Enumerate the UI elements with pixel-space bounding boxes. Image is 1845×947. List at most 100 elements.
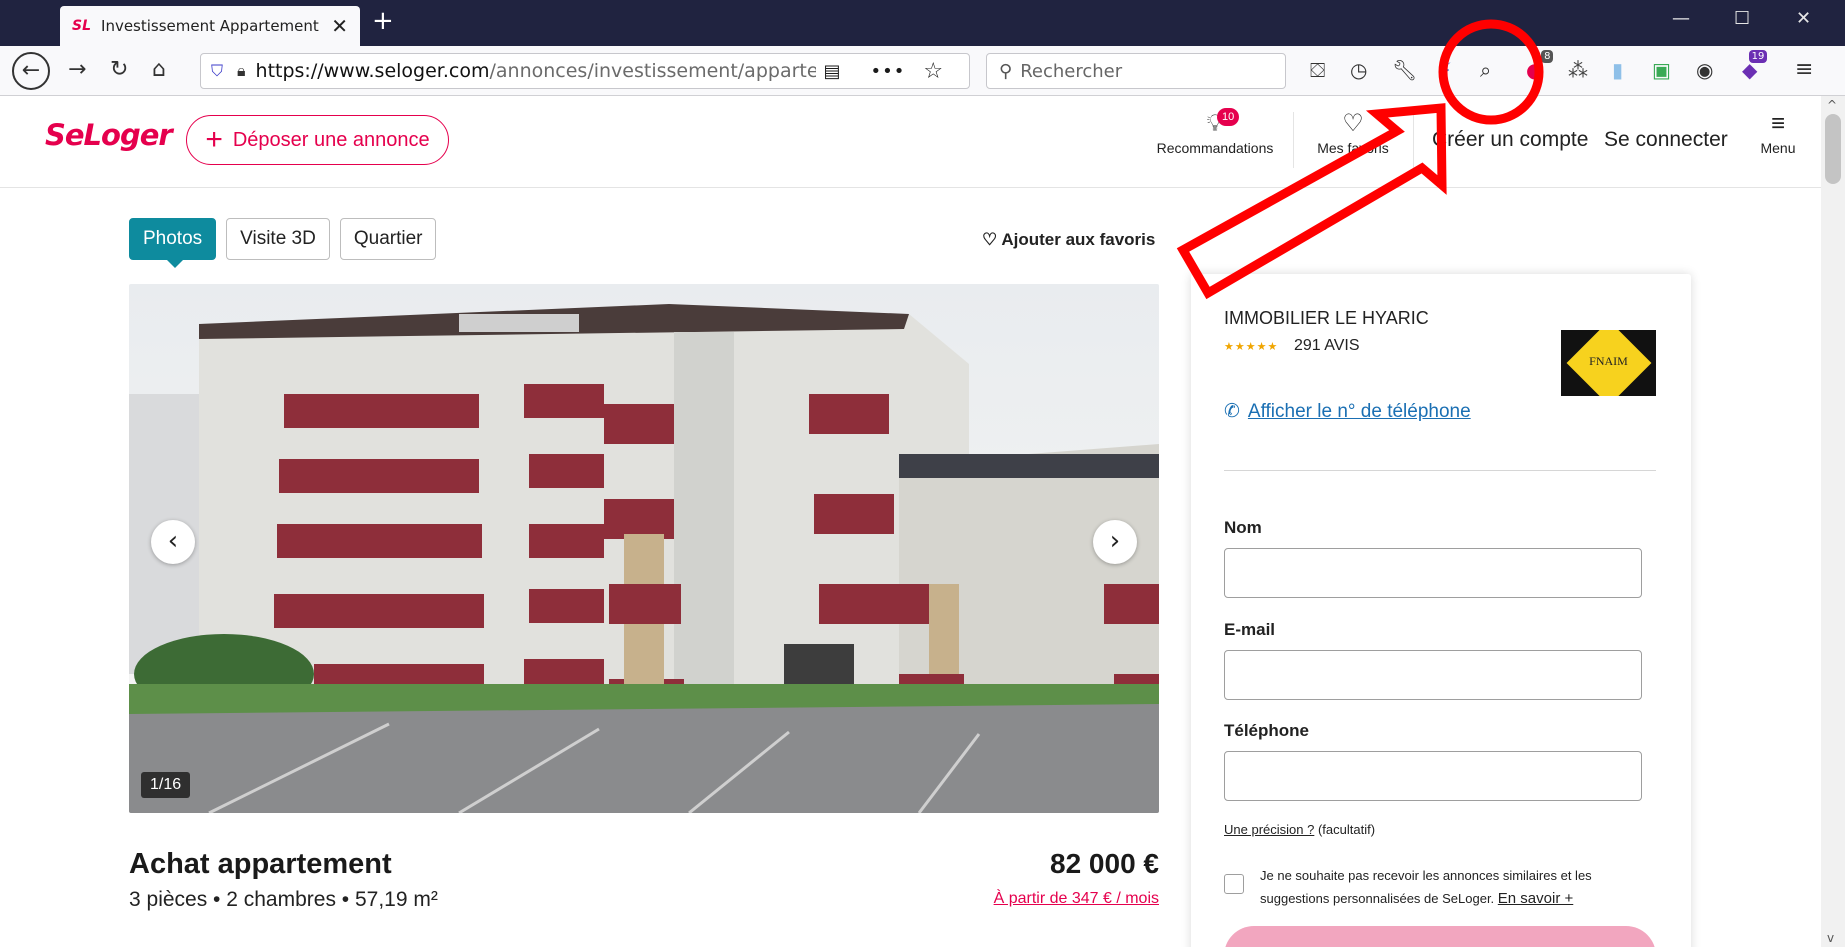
precision-link[interactable]: Une précision ? bbox=[1224, 822, 1314, 837]
extension-blue-icon[interactable]: ⚡︎ bbox=[1438, 58, 1452, 82]
home-icon[interactable]: ⌂ bbox=[152, 56, 166, 84]
extension-dots-icon[interactable]: ⁂ bbox=[1568, 58, 1588, 82]
post-listing-button[interactable]: + Déposer une annonce bbox=[186, 115, 449, 165]
url-domain: https://www.seloger.com bbox=[255, 60, 490, 82]
browser-search-input[interactable]: ⚲ Rechercher bbox=[986, 53, 1286, 89]
listing-specs: 3 pièces • 2 chambres • 57,19 m² bbox=[129, 888, 438, 911]
phone-icon: ✆ bbox=[1224, 401, 1240, 422]
fnaim-logo-text: FNAIM bbox=[1589, 354, 1628, 368]
scrollbar-thumb[interactable] bbox=[1825, 114, 1841, 184]
learn-more-link[interactable]: En savoir + bbox=[1498, 890, 1573, 907]
header-divider bbox=[1293, 112, 1294, 168]
tab-photos[interactable]: Photos bbox=[129, 218, 217, 268]
favorites-button[interactable]: ♡ Mes favoris bbox=[1303, 108, 1403, 156]
apartment-building-photo bbox=[129, 284, 1159, 813]
sidebar-icon[interactable]: ▮ bbox=[1612, 58, 1623, 82]
browser-tab[interactable]: SL Investissement Appartement 3 ✕ bbox=[60, 6, 360, 46]
carousel-prev-button[interactable]: ‹ bbox=[151, 520, 195, 564]
scroll-up-icon[interactable]: ^ bbox=[1827, 98, 1837, 112]
menu-icon: ≡ bbox=[1770, 110, 1785, 137]
tab-favicon: SL bbox=[72, 18, 92, 34]
menu-label: Menu bbox=[1760, 140, 1796, 156]
page-scrollbar[interactable]: ^ v bbox=[1821, 96, 1845, 947]
email-label: E-mail bbox=[1224, 620, 1276, 639]
browser-navbar: ← → ↻ ⌂ ⛉ 🔒︎ https://www.seloger.com/ann… bbox=[0, 46, 1845, 96]
wrench-icon[interactable]: 🔧︎ bbox=[1392, 58, 1417, 82]
forward-icon[interactable]: → bbox=[68, 56, 86, 84]
heart-outline-icon: ♡ bbox=[982, 230, 1002, 249]
phone-label: Téléphone bbox=[1224, 721, 1310, 740]
header-divider bbox=[1413, 112, 1414, 168]
seloger-logo[interactable]: SeLoger bbox=[45, 118, 173, 152]
bookmark-star-icon[interactable]: ☆ bbox=[923, 59, 943, 84]
listing-title: Achat appartement bbox=[129, 848, 392, 880]
tab-title: Investissement Appartement 3 bbox=[101, 17, 324, 35]
fnaim-logo: FNAIM bbox=[1561, 330, 1656, 396]
phone-field[interactable] bbox=[1224, 751, 1642, 801]
extension-badge-count: 8 bbox=[1541, 50, 1554, 63]
recommendations-button[interactable]: 💡︎ 10 Recommandations bbox=[1150, 108, 1280, 156]
media-tabs: Photos Visite 3D Quartier bbox=[129, 218, 437, 268]
tab-visite-3d[interactable]: Visite 3D bbox=[226, 218, 330, 260]
contact-card: IMMOBILIER LE HYARIC ★★★★★ 291 AVIS FNAI… bbox=[1191, 274, 1691, 947]
agency-name[interactable]: IMMOBILIER LE HYARIC bbox=[1224, 308, 1429, 329]
search-placeholder: Rechercher bbox=[1020, 60, 1123, 82]
hamburger-menu-icon[interactable]: ≡ bbox=[1795, 58, 1813, 82]
photo-counter: 1/16 bbox=[141, 772, 191, 798]
reader-view-icon[interactable]: ▤ bbox=[824, 61, 841, 82]
rating-stars: ★★★★★ bbox=[1224, 340, 1279, 353]
maximize-icon[interactable]: ☐ bbox=[1734, 8, 1750, 29]
search-icon: ⚲ bbox=[999, 60, 1013, 82]
login-link[interactable]: Se connecter bbox=[1604, 128, 1728, 152]
url-path: /annonces/investissement/appartement/m bbox=[489, 60, 816, 82]
account-icon[interactable]: ◉ bbox=[1696, 58, 1713, 82]
heart-icon: ♡ bbox=[1342, 110, 1364, 137]
minimize-icon[interactable]: — bbox=[1672, 8, 1690, 29]
lock-icon[interactable]: 🔒︎ bbox=[237, 61, 246, 81]
add-to-favorites-link[interactable]: ♡ Ajouter aux favoris bbox=[982, 230, 1155, 250]
tab-quartier[interactable]: Quartier bbox=[339, 218, 437, 260]
add-to-favorites-label: Ajouter aux favoris bbox=[1001, 230, 1156, 249]
house-magnifier-icon[interactable]: ⌕ bbox=[1480, 58, 1491, 82]
url-bar[interactable]: ⛉ 🔒︎ https://www.seloger.com/annonces/in… bbox=[200, 53, 970, 89]
more-actions-icon[interactable]: ••• bbox=[871, 61, 906, 82]
scroll-down-icon[interactable]: v bbox=[1827, 931, 1834, 945]
name-field[interactable] bbox=[1224, 548, 1642, 598]
listing-price: 82 000 € bbox=[1050, 848, 1159, 879]
plus-icon: + bbox=[205, 123, 223, 156]
reload-icon[interactable]: ↻ bbox=[110, 56, 128, 84]
history-clock-icon[interactable]: ◷ bbox=[1350, 58, 1367, 82]
extension-badge-count-2: 19 bbox=[1748, 50, 1768, 63]
extension-red-icon[interactable]: ● 8 bbox=[1526, 50, 1554, 82]
monthly-price-link[interactable]: À partir de 347 € / mois bbox=[940, 890, 1159, 908]
email-field[interactable] bbox=[1224, 650, 1642, 700]
optout-checkbox[interactable] bbox=[1224, 874, 1244, 894]
shield-icon[interactable]: ⛉ bbox=[211, 61, 223, 81]
site-header: SeLoger + Déposer une annonce 💡︎ 10 Recom… bbox=[0, 96, 1821, 188]
back-icon[interactable]: ← bbox=[12, 52, 50, 90]
library-icon[interactable]: ⛋ bbox=[1310, 58, 1325, 82]
extension-puzzle-icon[interactable]: ◆ 19 bbox=[1742, 50, 1768, 82]
carousel-next-button[interactable]: › bbox=[1093, 520, 1137, 564]
favorites-label: Mes favoris bbox=[1317, 140, 1389, 156]
show-phone-link[interactable]: ✆ Afficher le n° de téléphone bbox=[1224, 400, 1471, 423]
optout-text: Je ne souhaite pas recevoir les annonces… bbox=[1260, 864, 1660, 910]
site-menu-button[interactable]: ≡ Menu bbox=[1756, 108, 1800, 156]
recommendations-label: Recommandations bbox=[1156, 140, 1274, 156]
url-text[interactable]: https://www.seloger.com/annonces/investi… bbox=[256, 60, 816, 82]
recommendations-badge: 10 bbox=[1217, 108, 1240, 126]
close-window-icon[interactable]: ✕ bbox=[1796, 8, 1811, 29]
create-account-link[interactable]: Créer un compte bbox=[1432, 128, 1588, 152]
card-divider bbox=[1224, 470, 1656, 471]
listing-photo[interactable] bbox=[129, 284, 1159, 813]
lightbulb-icon: 💡︎ 10 bbox=[1150, 108, 1280, 140]
tab-close-icon[interactable]: ✕ bbox=[331, 14, 348, 38]
precision-note: (facultatif) bbox=[1317, 822, 1376, 837]
screenshot-icon[interactable]: ▣ bbox=[1652, 58, 1671, 82]
precision-row: Une précision ? (facultatif) bbox=[1224, 822, 1375, 837]
new-tab-icon[interactable]: + bbox=[372, 6, 394, 36]
post-listing-label: Déposer une annonce bbox=[232, 128, 430, 151]
send-message-button[interactable] bbox=[1224, 926, 1656, 947]
show-phone-label: Afficher le n° de téléphone bbox=[1247, 401, 1471, 422]
reviews-count[interactable]: 291 AVIS bbox=[1294, 337, 1360, 355]
